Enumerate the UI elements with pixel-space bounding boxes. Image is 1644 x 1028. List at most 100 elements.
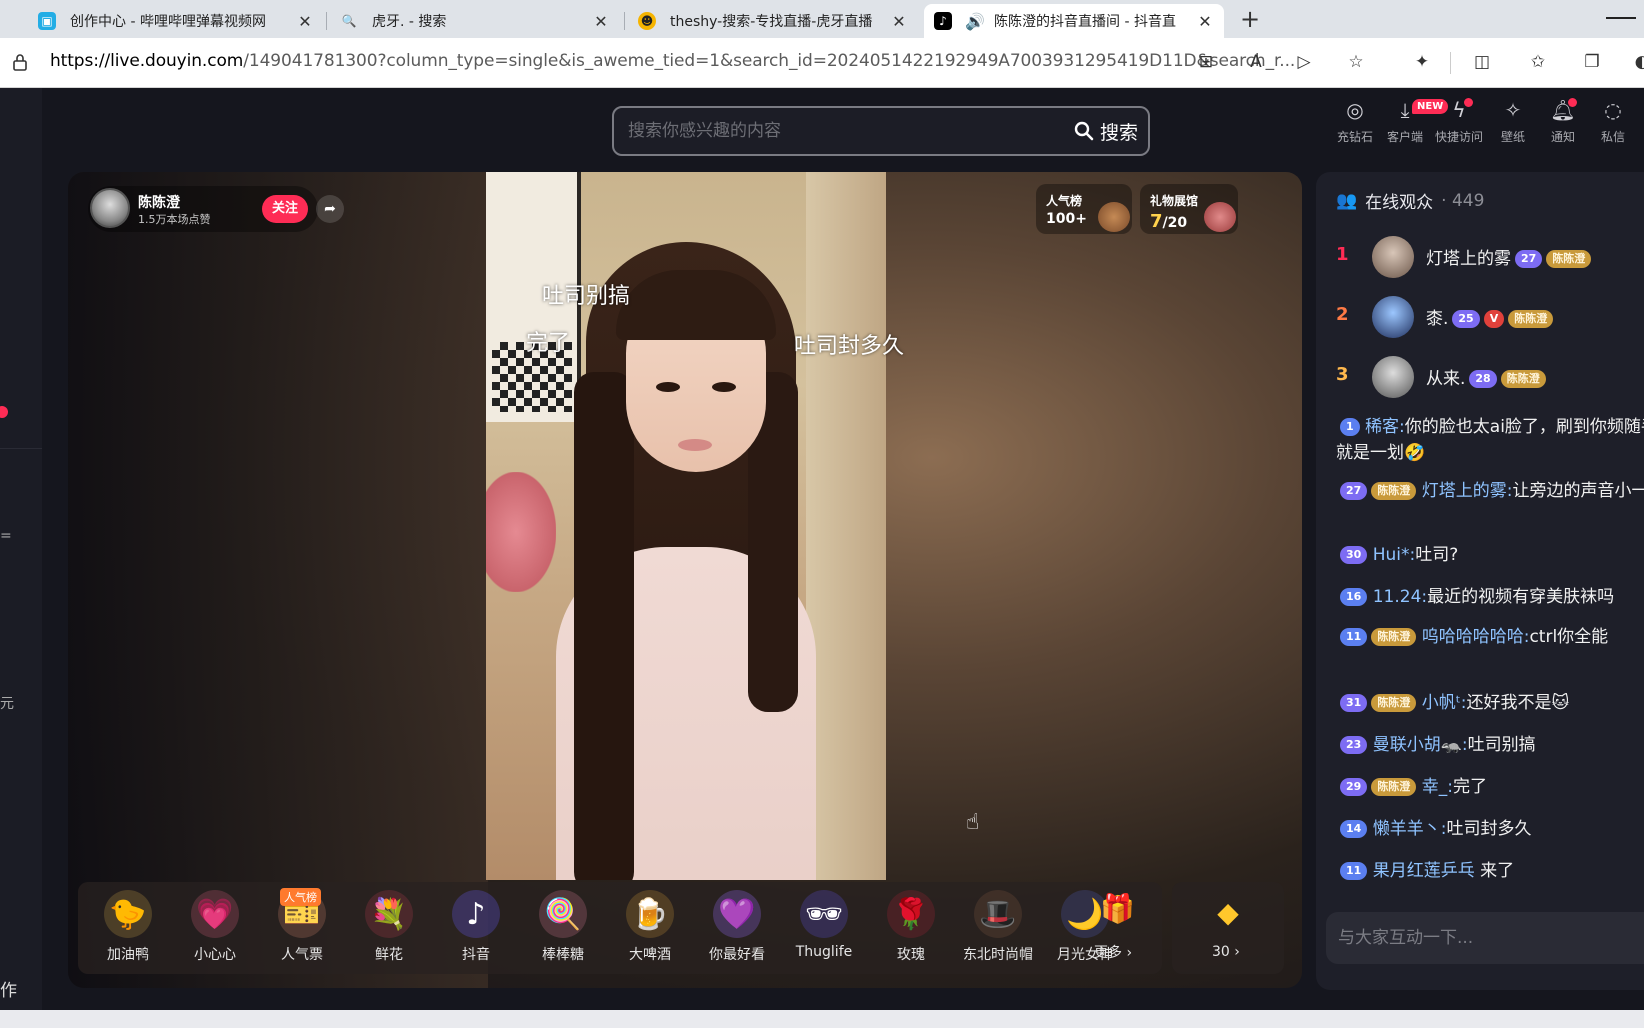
chat-username[interactable]: 小帆ᵗ: — [1422, 693, 1467, 713]
audience-chat-panel: 👥 在线观众 · 449 1 灯塔上的雾 27 陈陈澄 2 桼. 25 V 陈陈澄 3 从… — [1316, 172, 1644, 990]
tab-huya-live[interactable]: ☻ theshy-搜索-专找直播-虎牙直播 ✕ — [628, 4, 918, 38]
chat-text: 还好我不是🐱 — [1466, 693, 1570, 713]
chat-username[interactable]: 懒羊羊丶: — [1373, 819, 1447, 839]
app-grid-icon[interactable]: ⊞ — [1194, 50, 1218, 74]
gift-item[interactable]: 🎫 人气榜 人气票 — [260, 888, 344, 964]
tab-label: 陈陈澄的抖音直播间 - 抖音直 — [994, 14, 1176, 30]
gift-rose-icon: 🌹 — [887, 890, 935, 938]
notification-dot — [0, 406, 8, 418]
media-icon[interactable]: ▷ — [1292, 50, 1316, 74]
unread-dot — [1464, 98, 1473, 107]
level-badge: 16 — [1340, 588, 1368, 606]
chat-username[interactable]: 稀客: — [1365, 417, 1405, 437]
gift-flower-icon: 💐 — [365, 890, 413, 938]
tab-bilibili[interactable]: ▣ 创作中心 - 哔哩哔哩弹幕视频网 ✕ — [28, 4, 324, 38]
speaker-icon[interactable]: 🔊 — [965, 12, 985, 31]
chat-username[interactable]: 呜哈哈哈哈哈: — [1422, 627, 1530, 647]
gift-hall-icon — [1204, 202, 1236, 232]
anchor-avatar[interactable] — [90, 188, 130, 228]
collections-icon[interactable]: ❐ — [1580, 50, 1604, 74]
close-icon[interactable]: ✕ — [1196, 12, 1214, 31]
profile-icon[interactable]: ◐ — [1630, 50, 1644, 74]
gift-hall-progress: 7/20 — [1150, 211, 1188, 232]
minimize-icon[interactable] — [1606, 17, 1636, 19]
close-icon[interactable]: ✕ — [296, 12, 314, 31]
search-button[interactable]: 搜索 — [1074, 117, 1138, 145]
popularity-rank-icon — [1098, 202, 1130, 232]
header-action-label: 充钻石 — [1336, 130, 1373, 144]
gift-item[interactable]: 🌹 玫瑰 — [869, 890, 953, 964]
gift-item[interactable]: 💜 你最好看 — [695, 890, 779, 964]
chat-text: 完了 — [1452, 777, 1487, 797]
favorites-icon[interactable]: ✩ — [1526, 50, 1550, 74]
douyin-icon: ♪ — [934, 12, 952, 30]
avatar[interactable] — [1372, 296, 1414, 338]
chat-username[interactable]: 幸_: — [1422, 777, 1453, 797]
chat-username[interactable]: 曼联小胡🦡: — [1373, 735, 1468, 755]
top-viewer-row[interactable]: 3 从来. 28 陈陈澄 — [1336, 354, 1644, 398]
chat-username[interactable]: 果月红莲乒乓 — [1373, 861, 1475, 881]
client-download-button[interactable]: ⤓ 客户端 — [1380, 96, 1430, 145]
read-aloud-icon[interactable]: A — [1244, 50, 1268, 74]
unread-dot — [1568, 98, 1577, 107]
audience-header[interactable]: 👥 在线观众 · 449 — [1336, 188, 1484, 214]
follow-button[interactable]: 关注 — [262, 195, 308, 223]
sidebar-item[interactable]: 元 — [0, 693, 14, 713]
notification-button[interactable]: 🔔︎ 通知 — [1538, 96, 1588, 145]
gift-box-icon[interactable]: 🎁 — [1100, 892, 1135, 925]
gift-item[interactable]: 🕶 Thuglife — [782, 890, 866, 960]
gift-item[interactable]: 🎩 东北时尚帽 — [956, 890, 1040, 964]
extensions-icon[interactable]: ✦ — [1410, 50, 1434, 74]
chat-message: 23 曼联小胡🦡:吐司别搞 — [1336, 732, 1644, 758]
chat-input[interactable] — [1338, 926, 1628, 950]
header-action-label: 客户端 — [1386, 130, 1423, 144]
gift-item[interactable]: ♪ 抖音 — [434, 890, 518, 964]
gift-item[interactable]: 🐤 加油鸭 — [86, 890, 170, 964]
gift-item[interactable]: 💗 小心心 — [173, 890, 257, 964]
gift-label: 鲜花 — [375, 947, 403, 963]
gift-hall-button[interactable]: 礼物展馆 7/20 — [1140, 184, 1238, 234]
level-badge: 27 — [1340, 482, 1368, 500]
popularity-rank-button[interactable]: 人气榜 100+ — [1036, 184, 1132, 234]
top-viewer-row[interactable]: 1 灯塔上的雾 27 陈陈澄 — [1336, 234, 1644, 278]
more-gifts-button[interactable]: 更多 › — [1094, 942, 1132, 962]
chat-username[interactable]: 11.24: — [1373, 587, 1427, 607]
search-input[interactable] — [628, 118, 1028, 144]
diamond-balance-button[interactable]: ◆ 30 › — [1172, 882, 1284, 974]
recharge-diamond-button[interactable]: ◎ 充钻石 — [1330, 96, 1380, 145]
chat-username[interactable]: Hui*: — [1373, 545, 1416, 565]
sidebar-item[interactable]: = — [0, 528, 12, 544]
chat-message: 11 果月红莲乒乓 来了 — [1336, 858, 1644, 884]
tab-huya-search[interactable]: 🔍 虎牙. - 搜索 ✕ — [330, 4, 620, 38]
private-message-button[interactable]: ◌ 私信 — [1588, 96, 1638, 145]
chat-username[interactable]: 灯塔上的雾: — [1422, 481, 1513, 501]
gift-item[interactable]: 🍺 大啤酒 — [608, 890, 692, 964]
favorite-star-icon[interactable]: ☆ — [1344, 50, 1368, 74]
sidebar-bottom-label[interactable]: 作 — [0, 976, 17, 1001]
toolbar-separator — [1450, 52, 1451, 74]
url-field[interactable]: https://live.douyin.com/149041781300?col… — [50, 51, 1295, 71]
gift-item[interactable]: 🍭 棒棒糖 — [521, 890, 605, 964]
top-viewer-row[interactable]: 2 桼. 25 V 陈陈澄 — [1336, 294, 1644, 338]
anchor-name[interactable]: 陈陈澄 — [138, 192, 180, 212]
live-player[interactable]: 吐司别搞 完了 吐司封多久 陈陈澄 1.5万本场点赞 关注 ➦ 人气榜 100+… — [68, 172, 1302, 988]
danmu-comment: 吐司别搞 — [542, 284, 631, 309]
new-tab-button[interactable]: + — [1236, 6, 1264, 34]
share-icon[interactable]: ➦ — [316, 195, 344, 223]
gift-item[interactable]: 💐 鲜花 — [347, 890, 431, 964]
lock-icon[interactable] — [12, 53, 28, 71]
close-icon[interactable]: ✕ — [890, 12, 908, 31]
gift-purple-heart-icon: 💜 — [713, 890, 761, 938]
wallpaper-button[interactable]: ✧ 壁纸 — [1488, 96, 1538, 145]
chat-message: 14 懒羊羊丶:吐司封多久 — [1336, 816, 1644, 842]
tab-douyin-live[interactable]: ♪ 🔊 陈陈澄的抖音直播间 - 抖音直 ✕ — [924, 4, 1224, 38]
fan-badge: 陈陈澄 — [1371, 482, 1417, 500]
split-screen-icon[interactable]: ◫ — [1470, 50, 1494, 74]
avatar[interactable] — [1372, 236, 1414, 278]
quick-access-button[interactable]: ϟ 快捷访问 — [1434, 96, 1484, 145]
streamer-eye — [712, 382, 736, 392]
audience-title: 在线观众 — [1365, 193, 1434, 213]
close-icon[interactable]: ✕ — [592, 12, 610, 31]
avatar[interactable] — [1372, 356, 1414, 398]
gift-hat-icon: 🎩 — [974, 890, 1022, 938]
